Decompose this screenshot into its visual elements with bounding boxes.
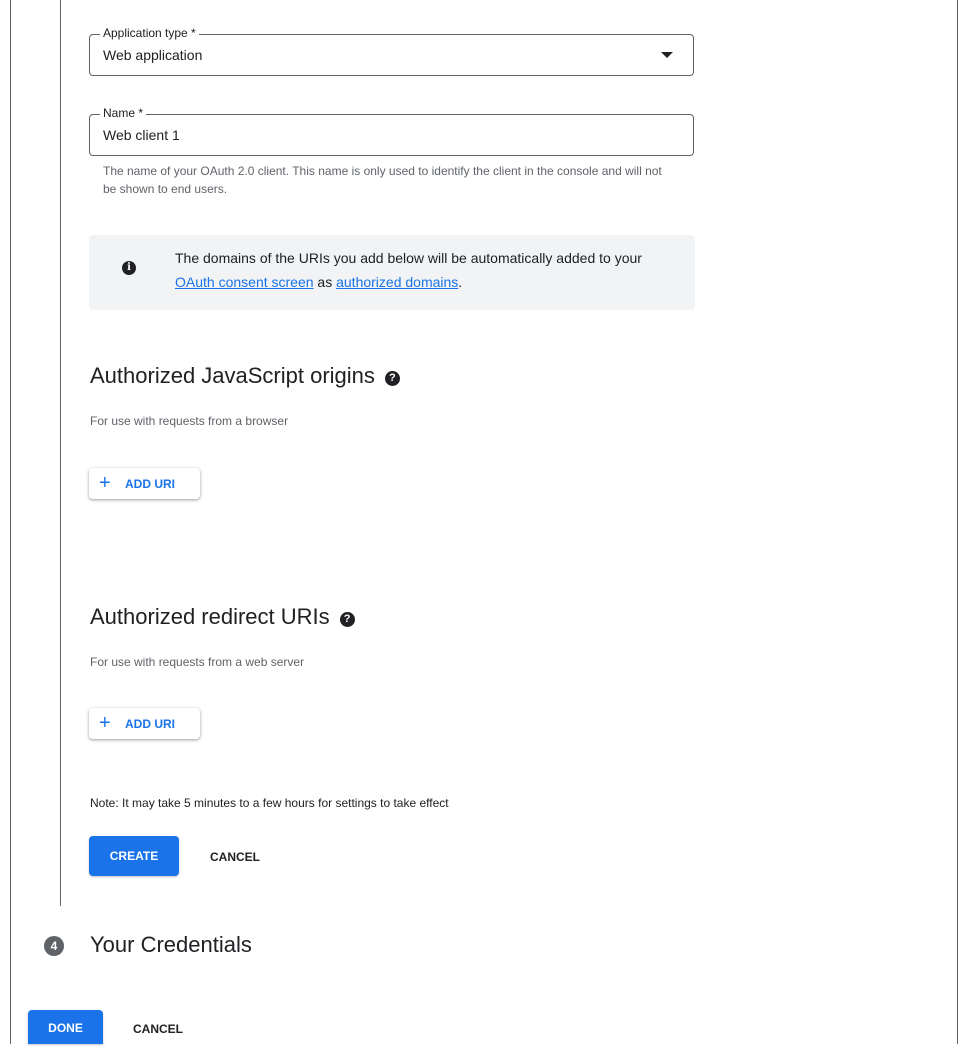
help-icon[interactable]: ? (339, 612, 355, 627)
add-js-origin-label: ADD URI (125, 477, 175, 491)
page-right-border (957, 0, 958, 1044)
name-value: Web client 1 (103, 127, 180, 143)
info-banner: i The domains of the URIs you add below … (89, 235, 695, 310)
create-button[interactable]: CREATE (89, 836, 179, 876)
name-helper-text: The name of your OAuth 2.0 client. This … (103, 164, 662, 196)
page-left-border (10, 0, 11, 1044)
redirect-uris-heading: Authorized redirect URIs? (90, 603, 355, 631)
info-text-after: . (458, 274, 463, 290)
js-origins-subtitle: For use with requests from a browser (90, 414, 289, 428)
application-type-value: Web application (103, 47, 203, 63)
redirect-uris-title: Authorized redirect URIs (90, 604, 330, 629)
footer-cancel-button[interactable]: CANCEL (133, 1022, 183, 1036)
add-redirect-uri-button[interactable]: + ADD URI (89, 708, 200, 739)
name-label: Name * (100, 106, 147, 120)
js-origins-heading: Authorized JavaScript origins? (90, 362, 400, 390)
authorized-domains-link[interactable]: authorized domains (336, 274, 458, 290)
js-origins-title: Authorized JavaScript origins (90, 363, 375, 388)
cancel-button[interactable]: CANCEL (210, 850, 260, 864)
oauth-consent-screen-link[interactable]: OAuth consent screen (175, 274, 314, 290)
step-title: Your Credentials (90, 932, 252, 957)
help-icon[interactable]: ? (384, 371, 400, 386)
add-js-origin-uri-button[interactable]: + ADD URI (89, 468, 200, 499)
info-banner-text: The domains of the URIs you add below wi… (175, 246, 675, 294)
done-button[interactable]: DONE (28, 1010, 103, 1044)
redirect-uris-subtitle: For use with requests from a web server (90, 655, 305, 669)
application-type-label: Application type * (100, 26, 199, 40)
add-redirect-uri-label: ADD URI (125, 717, 175, 731)
propagation-note: Note: It may take 5 minutes to a few hou… (90, 796, 449, 810)
stepper-connector-line (60, 0, 61, 906)
info-icon: i (122, 261, 136, 275)
step-number-badge: 4 (44, 936, 64, 956)
plus-icon: + (99, 712, 111, 734)
dropdown-arrow-icon[interactable] (661, 52, 673, 58)
name-field[interactable]: Name * Web client 1 (89, 106, 694, 156)
application-type-select[interactable]: Application type * Web application (89, 26, 694, 76)
info-text-before: The domains of the URIs you add below wi… (175, 250, 642, 266)
plus-icon: + (99, 472, 111, 494)
info-text-middle: as (313, 274, 337, 290)
